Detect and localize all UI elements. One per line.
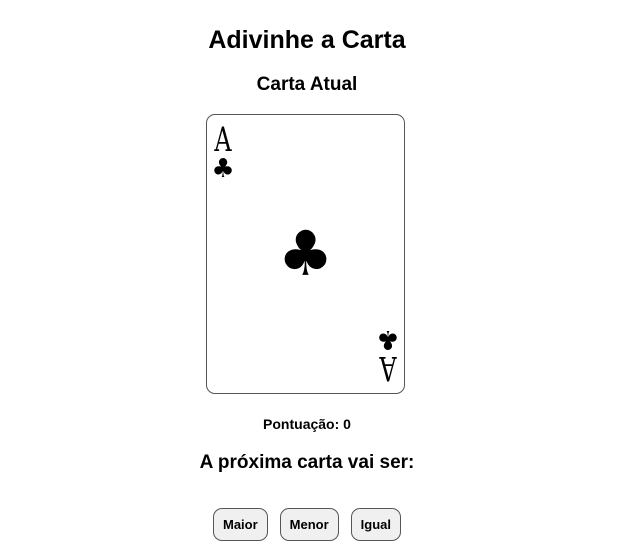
club-suit-icon: ♣	[211, 154, 235, 184]
club-suit-icon: ♣	[277, 217, 334, 290]
game-page: Adivinhe a Carta Carta Atual A ♣ ♣ A ♣ P…	[0, 0, 635, 559]
current-card-heading: Carta Atual	[256, 74, 358, 95]
next-card-question: A próxima carta vai ser:	[199, 452, 415, 473]
playing-card: A ♣ ♣ A ♣	[206, 114, 405, 394]
equal-button[interactable]: Igual	[350, 508, 401, 541]
guess-buttons: Maior Menor Igual	[0, 508, 614, 541]
card-rank-top: A	[214, 120, 232, 160]
lower-button[interactable]: Menor	[279, 508, 339, 541]
page-title: Adivinhe a Carta	[208, 26, 406, 54]
higher-button[interactable]: Maior	[212, 508, 268, 541]
card-rank-bottom: A	[379, 348, 397, 388]
card-top-left-corner: A ♣	[209, 120, 237, 184]
card-bottom-right-corner: A ♣	[374, 324, 402, 388]
score-label: Pontuação: 0	[263, 416, 351, 432]
